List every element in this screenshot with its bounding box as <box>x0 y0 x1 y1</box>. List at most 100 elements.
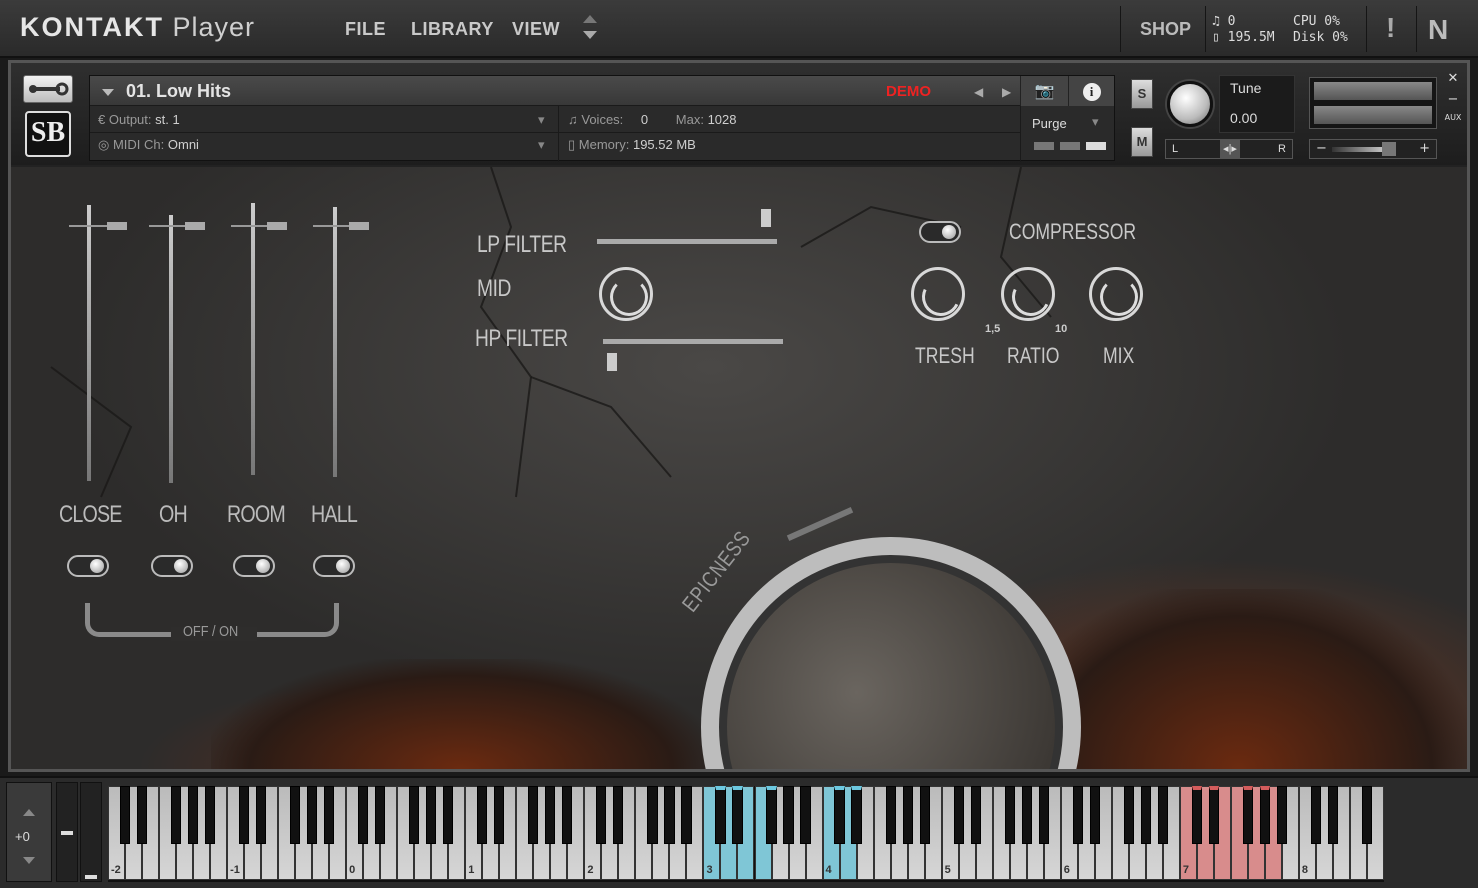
piano-black-key[interactable] <box>119 786 131 844</box>
solo-button[interactable]: S <box>1131 79 1153 109</box>
octave-control[interactable]: +0 <box>6 782 52 882</box>
hall-toggle[interactable] <box>313 555 355 577</box>
down-arrow-icon[interactable] <box>583 31 597 39</box>
piano-keyboard[interactable]: -2 -1 0 1 2 3 4 5 6 7 8 <box>108 786 1384 882</box>
piano-black-key[interactable] <box>545 786 556 844</box>
piano-black-key[interactable] <box>902 786 913 844</box>
piano-black-key[interactable] <box>443 786 454 844</box>
mix-knob[interactable] <box>1089 267 1143 321</box>
piano-black-key[interactable] <box>919 786 930 844</box>
piano-black-key[interactable] <box>1072 786 1083 844</box>
piano-black-key[interactable] <box>1021 786 1032 844</box>
lp-filter-handle[interactable] <box>761 209 771 227</box>
volume-plus[interactable]: + <box>1419 141 1430 156</box>
wrench-icon[interactable] <box>23 75 73 103</box>
hp-filter-slider[interactable] <box>603 339 783 344</box>
piano-black-key[interactable] <box>800 786 811 844</box>
mod-wheel[interactable] <box>80 782 102 882</box>
octave-up-icon[interactable] <box>23 809 35 816</box>
view-updown-arrows[interactable] <box>583 15 597 45</box>
volume-handle[interactable] <box>1382 142 1396 156</box>
piano-black-key[interactable] <box>1259 786 1270 844</box>
piano-black-key[interactable] <box>1157 786 1168 844</box>
octave-down-icon[interactable] <box>23 857 35 864</box>
aux-button[interactable]: AUX <box>1443 113 1463 122</box>
menu-file[interactable]: FILE <box>345 19 386 40</box>
piano-black-key[interactable] <box>170 786 182 844</box>
piano-black-key[interactable] <box>307 786 318 844</box>
shop-button[interactable]: SHOP <box>1140 19 1191 40</box>
ni-logo-icon[interactable]: N <box>1428 14 1448 46</box>
piano-black-key[interactable] <box>953 786 964 844</box>
piano-black-key[interactable] <box>290 786 301 844</box>
piano-black-key[interactable] <box>239 786 250 844</box>
output-row[interactable]: € Output: st. 1 <box>98 112 180 127</box>
purge-dropdown[interactable]: Purge <box>1032 116 1067 131</box>
piano-black-key[interactable] <box>647 786 658 844</box>
piano-black-key[interactable] <box>596 786 607 844</box>
piano-black-key[interactable] <box>187 786 199 844</box>
mute-button[interactable]: M <box>1131 127 1153 157</box>
piano-black-key[interactable] <box>494 786 505 844</box>
fader-oh-handle[interactable] <box>185 222 205 230</box>
fader-hall-handle[interactable] <box>349 222 369 230</box>
compressor-toggle[interactable] <box>919 221 961 243</box>
pan-slider[interactable]: L ◂|▸ R <box>1165 139 1293 159</box>
piano-black-key[interactable] <box>1140 786 1151 844</box>
piano-black-key[interactable] <box>562 786 573 844</box>
piano-black-key[interactable] <box>1361 786 1373 844</box>
piano-black-key[interactable] <box>477 786 488 844</box>
piano-black-key[interactable] <box>766 786 777 844</box>
volume-minus[interactable]: − <box>1316 141 1327 156</box>
piano-black-key[interactable] <box>1191 786 1202 844</box>
piano-black-key[interactable] <box>1310 786 1322 844</box>
piano-black-key[interactable] <box>783 786 794 844</box>
piano-black-key[interactable] <box>681 786 692 844</box>
piano-black-key[interactable] <box>1242 786 1253 844</box>
midi-row[interactable]: ◎ MIDI Ch: Omni <box>98 137 199 153</box>
oh-toggle[interactable] <box>151 555 193 577</box>
tune-value[interactable]: 0.00 <box>1230 110 1257 126</box>
camera-icon[interactable]: 📷 <box>1020 76 1068 106</box>
tresh-knob[interactable] <box>911 267 965 321</box>
piano-black-key[interactable] <box>136 786 148 844</box>
midi-value[interactable]: Omni <box>168 137 199 152</box>
piano-black-key[interactable] <box>324 786 335 844</box>
hp-filter-handle[interactable] <box>607 353 617 371</box>
prev-instrument-icon[interactable]: ◀ <box>974 85 983 99</box>
piano-black-key[interactable] <box>851 786 862 844</box>
menu-library[interactable]: LIBRARY <box>411 19 494 40</box>
piano-black-key[interactable] <box>1089 786 1100 844</box>
piano-black-key[interactable] <box>834 786 845 844</box>
minimize-icon[interactable]: − <box>1443 92 1463 107</box>
lp-filter-slider[interactable] <box>597 239 777 244</box>
pan-handle[interactable]: ◂|▸ <box>1220 140 1240 158</box>
piano-black-key[interactable] <box>1004 786 1015 844</box>
piano-black-key[interactable] <box>409 786 420 844</box>
close-toggle[interactable] <box>67 555 109 577</box>
fader-room-handle[interactable] <box>267 222 287 230</box>
piano-black-key[interactable] <box>1208 786 1219 844</box>
pitch-wheel[interactable] <box>56 782 78 882</box>
piano-black-key[interactable] <box>1276 786 1288 844</box>
piano-black-key[interactable] <box>528 786 539 844</box>
piano-black-key[interactable] <box>358 786 369 844</box>
output-dropdown-icon[interactable]: ▾ <box>538 112 545 128</box>
fader-close-rail[interactable] <box>87 205 91 481</box>
piano-black-key[interactable] <box>732 786 743 844</box>
tune-knob[interactable] <box>1167 81 1213 127</box>
piano-black-key[interactable] <box>715 786 726 844</box>
up-arrow-icon[interactable] <box>583 15 597 23</box>
piano-black-key[interactable] <box>970 786 981 844</box>
midi-dropdown-icon[interactable]: ▾ <box>538 137 545 153</box>
output-value[interactable]: st. 1 <box>155 112 180 127</box>
close-icon[interactable]: ✕ <box>1443 71 1463 86</box>
volume-slider[interactable]: − + <box>1309 139 1437 159</box>
piano-black-key[interactable] <box>664 786 675 844</box>
piano-black-key[interactable] <box>375 786 386 844</box>
max-value[interactable]: 1028 <box>708 112 737 127</box>
fader-hall-rail[interactable] <box>333 207 337 477</box>
piano-black-key[interactable] <box>256 786 267 844</box>
fader-room-rail[interactable] <box>251 203 255 475</box>
next-instrument-icon[interactable]: ▶ <box>1002 85 1011 99</box>
